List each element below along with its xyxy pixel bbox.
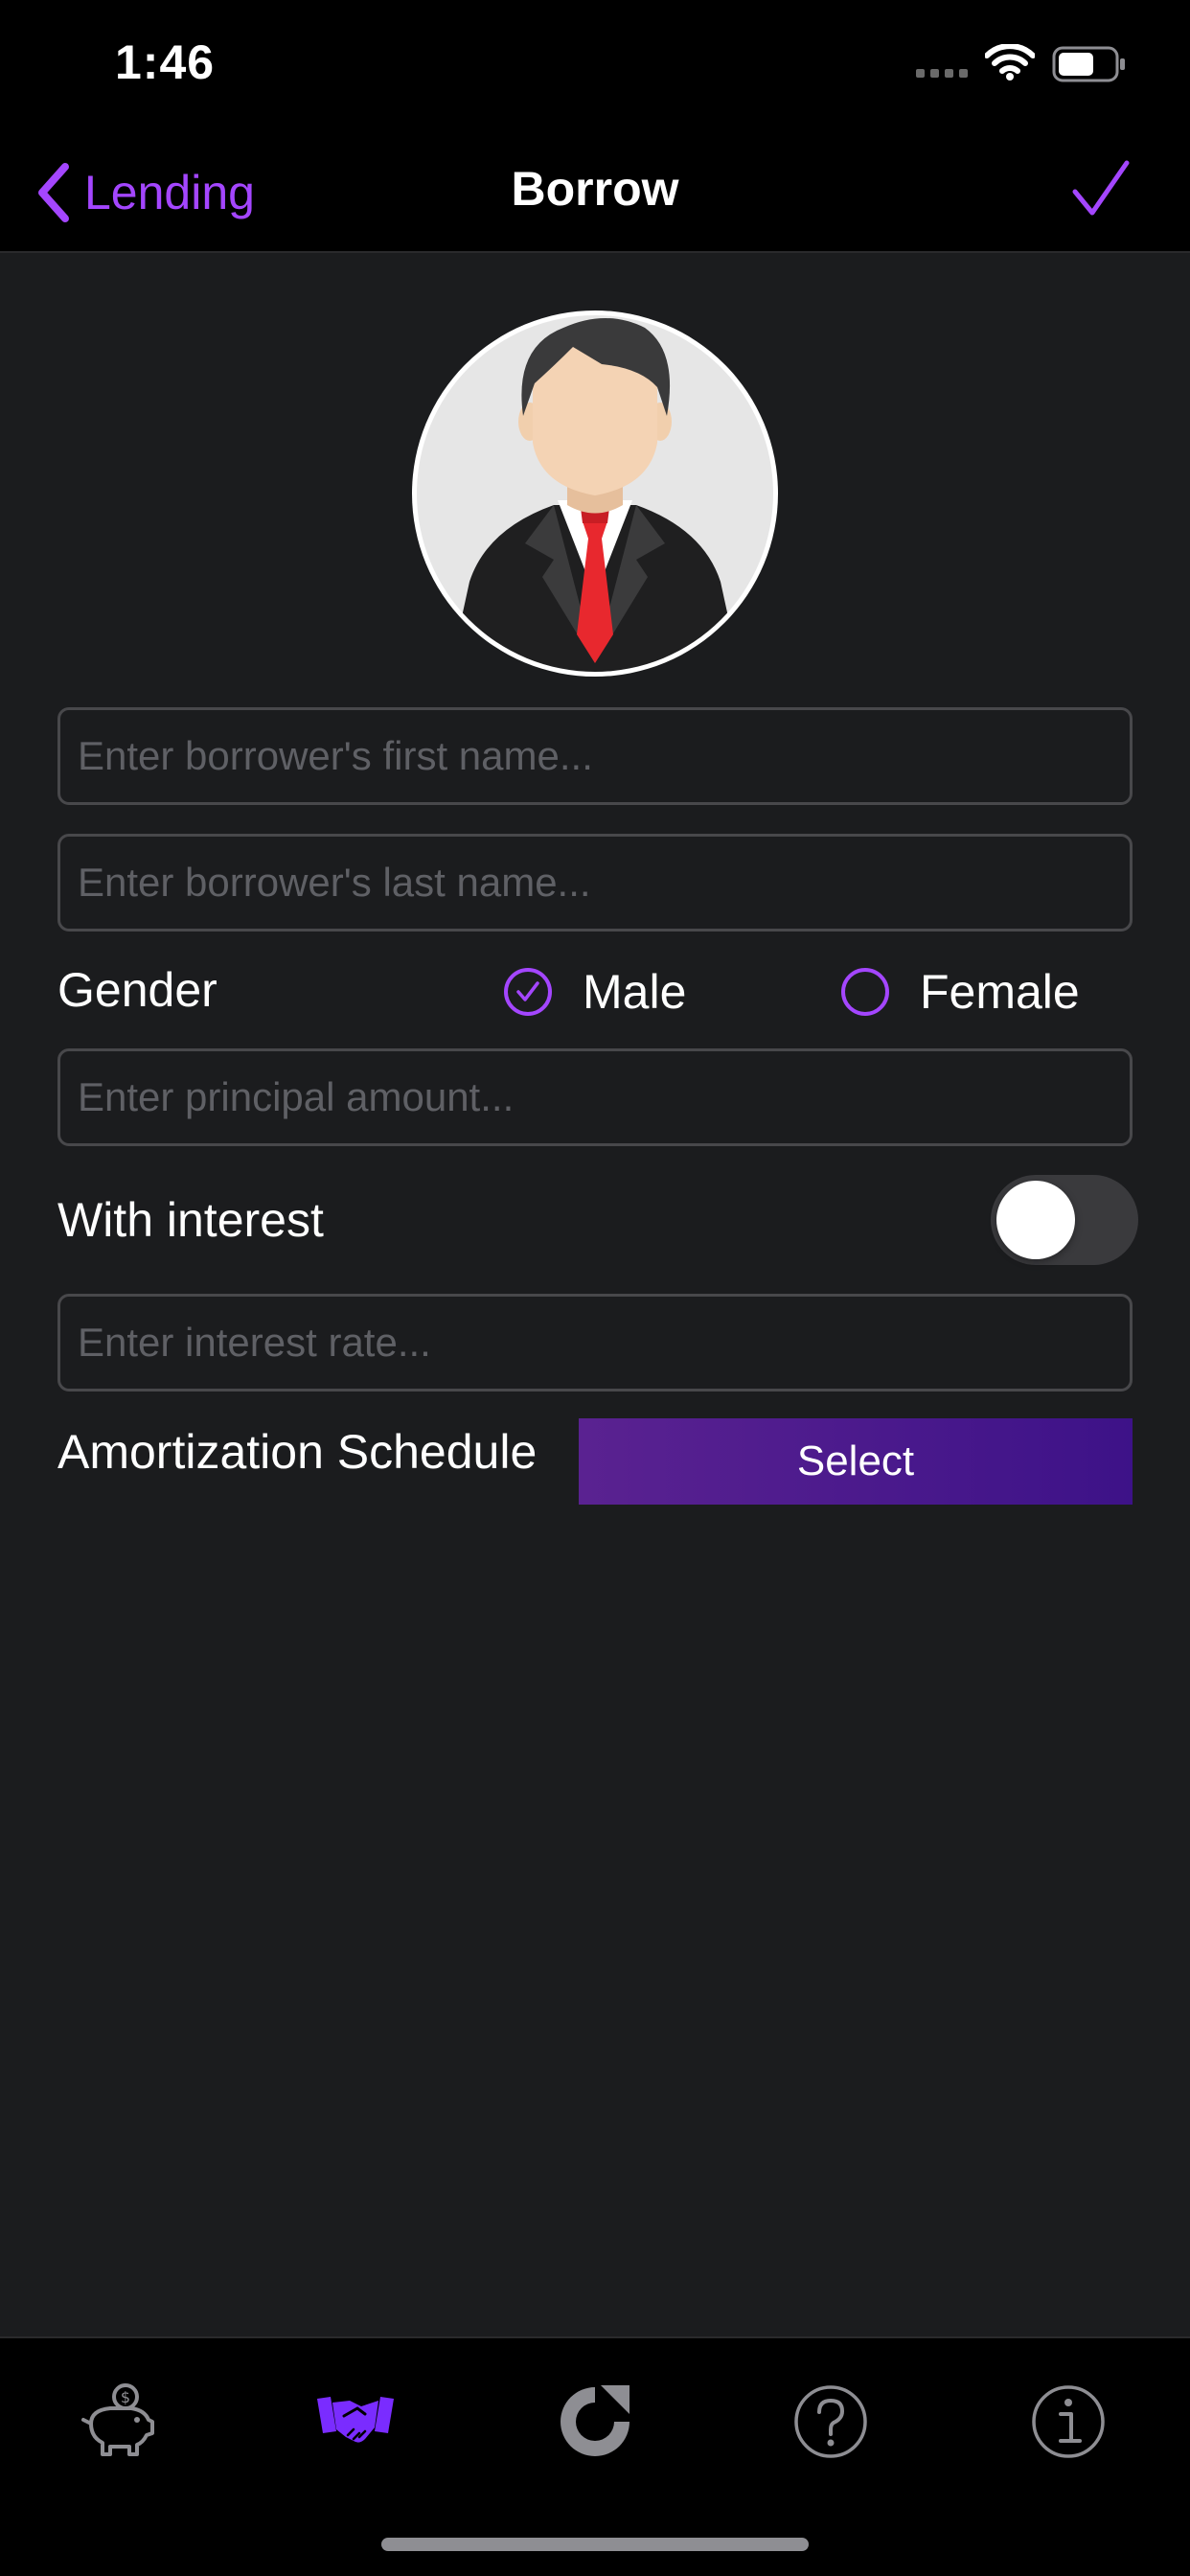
- page-title: Borrow: [511, 162, 679, 216]
- tab-lending[interactable]: [303, 2369, 408, 2474]
- borrower-avatar[interactable]: [410, 309, 780, 678]
- status-time: 1:46: [115, 35, 216, 89]
- battery-icon: [1052, 46, 1127, 87]
- refresh-icon: [561, 2385, 629, 2456]
- tab-info[interactable]: [1016, 2369, 1121, 2474]
- with-interest-toggle[interactable]: [991, 1175, 1138, 1265]
- help-icon: [794, 2385, 867, 2458]
- tab-savings[interactable]: $: [65, 2369, 171, 2474]
- status-bar: 1:46: [0, 0, 1190, 134]
- radio-unchecked-icon: [841, 968, 889, 1016]
- interest-rate-input[interactable]: [57, 1294, 1133, 1392]
- cellular-signal-icon: [916, 69, 968, 78]
- principal-amount-input[interactable]: [57, 1048, 1133, 1146]
- gender-male-label: Male: [583, 965, 687, 1019]
- gender-male-radio[interactable]: Male: [504, 964, 686, 1020]
- toggle-knob: [996, 1181, 1075, 1259]
- wifi-icon: [984, 43, 1036, 85]
- navigation-bar: Lending Borrow: [0, 134, 1190, 253]
- gender-label: Gender: [57, 963, 217, 1017]
- person-avatar-icon: [412, 310, 778, 677]
- amortization-schedule-label: Amortization Schedule: [57, 1425, 538, 1479]
- gender-female-radio[interactable]: Female: [841, 964, 1080, 1020]
- handshake-icon: [317, 2397, 394, 2443]
- piggy-bank-icon: $: [81, 2383, 154, 2456]
- done-button[interactable]: [1069, 157, 1133, 225]
- home-indicator: [381, 2538, 809, 2551]
- tab-refresh[interactable]: [542, 2369, 648, 2474]
- radio-checked-icon: [504, 968, 552, 1016]
- info-icon: [1032, 2385, 1105, 2458]
- with-interest-label: With interest: [57, 1193, 324, 1247]
- last-name-input[interactable]: [57, 834, 1133, 932]
- svg-text:$: $: [121, 2388, 130, 2406]
- amortization-select-button[interactable]: Select: [579, 1418, 1133, 1505]
- first-name-input[interactable]: [57, 707, 1133, 805]
- gender-female-label: Female: [920, 965, 1080, 1019]
- tab-help[interactable]: [778, 2369, 883, 2474]
- checkmark-icon: [1072, 160, 1130, 216]
